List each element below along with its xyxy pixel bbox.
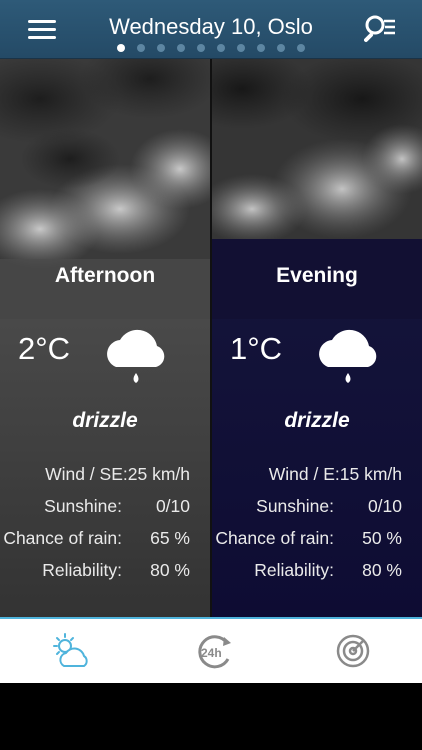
rain-chance-label: Chance of rain: xyxy=(3,528,122,548)
tab-24h-label: 24h xyxy=(201,646,222,660)
rain-chance-value: 50 % xyxy=(362,528,402,548)
sunshine-label: Sunshine: xyxy=(256,496,334,516)
sunshine-value: 0/10 xyxy=(155,496,190,516)
sunshine-row: Sunshine: 0/10 xyxy=(0,496,210,528)
wind-row: Wind / E:15 km/h xyxy=(212,464,422,496)
radar-icon xyxy=(336,634,370,668)
page-dot[interactable] xyxy=(277,44,285,52)
rain-chance-row: Chance of rain: 50 % xyxy=(212,528,422,560)
tab-24h-forecast[interactable]: 24h xyxy=(191,631,235,671)
page-dot[interactable] xyxy=(297,44,305,52)
reliability-row: Reliability: 80 % xyxy=(0,560,210,592)
sunshine-label: Sunshine: xyxy=(44,496,122,516)
reliability-value: 80 % xyxy=(150,560,190,580)
forecast-panel-evening[interactable]: Evening 1°C drizzle Wind / E:15 km/h Sun… xyxy=(212,59,422,617)
period-title: Afternoon xyxy=(54,264,156,287)
partly-cloudy-icon xyxy=(53,633,88,667)
header-bar: Wednesday 10, Oslo xyxy=(0,0,422,59)
page-dot[interactable] xyxy=(237,44,245,52)
reliability-label: Reliability: xyxy=(42,560,122,580)
wind-text: Wind / SE:25 km/h xyxy=(45,464,190,484)
rain-chance-row: Chance of rain: 65 % xyxy=(0,528,210,560)
reliability-label: Reliability: xyxy=(254,560,334,580)
page-dot[interactable] xyxy=(117,44,125,52)
sunshine-row: Sunshine: 0/10 xyxy=(212,496,422,528)
tab-radar[interactable] xyxy=(331,631,375,671)
page-dot[interactable] xyxy=(217,44,225,52)
period-title: Evening xyxy=(276,264,358,287)
details-list: Wind / E:15 km/h Sunshine: 0/10 Chance of… xyxy=(212,464,422,592)
search-list-icon[interactable] xyxy=(364,14,398,44)
page-dot[interactable] xyxy=(257,44,265,52)
temperature: 1°C xyxy=(230,331,283,366)
details-list: Wind / SE:25 km/h Sunshine: 0/10 Chance o… xyxy=(0,464,210,592)
bottom-area xyxy=(0,683,422,750)
wind-text: Wind / E:15 km/h xyxy=(268,464,402,484)
page-dot[interactable] xyxy=(137,44,145,52)
tab-bar: 24h xyxy=(0,617,422,685)
page-dot[interactable] xyxy=(197,44,205,52)
sunshine-value: 0/10 xyxy=(367,496,402,516)
cloud-drizzle-icon xyxy=(107,329,165,383)
wind-row: Wind / SE:25 km/h xyxy=(0,464,210,496)
temperature: 2°C xyxy=(18,331,71,366)
menu-icon[interactable] xyxy=(28,20,56,40)
forecast-panel-afternoon[interactable]: Afternoon 2°C drizzle Wind / SE:25 km/h … xyxy=(0,59,210,617)
rain-chance-value: 65 % xyxy=(150,528,190,548)
24h-clock-icon: 24h xyxy=(198,635,231,669)
page-indicator xyxy=(0,44,422,52)
condition-text: drizzle xyxy=(72,409,138,432)
reliability-value: 80 % xyxy=(362,560,402,580)
reliability-row: Reliability: 80 % xyxy=(212,560,422,592)
page-title: Wednesday 10, Oslo xyxy=(109,14,313,39)
tab-forecast[interactable] xyxy=(50,631,94,671)
page-dot[interactable] xyxy=(177,44,185,52)
rain-chance-label: Chance of rain: xyxy=(215,528,334,548)
page-dot[interactable] xyxy=(157,44,165,52)
condition-text: drizzle xyxy=(284,409,350,432)
cloud-drizzle-icon xyxy=(319,329,377,383)
